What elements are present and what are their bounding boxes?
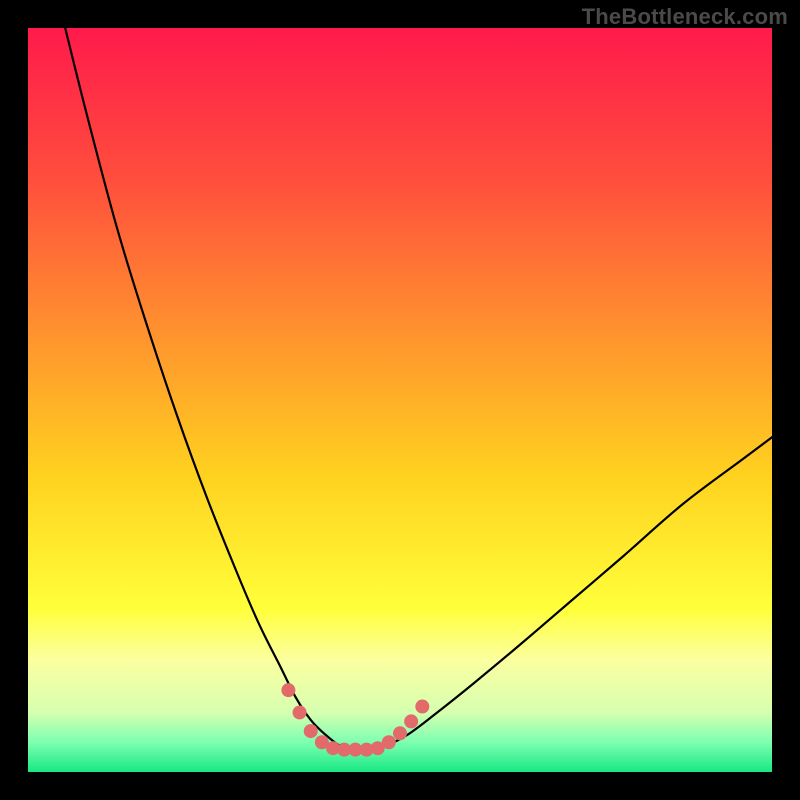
- gradient-background: [28, 28, 772, 772]
- marker-dot: [415, 700, 429, 714]
- marker-dot: [382, 735, 396, 749]
- chart-frame: TheBottleneck.com: [0, 0, 800, 800]
- plot-area: [28, 28, 772, 772]
- marker-dot: [404, 714, 418, 728]
- marker-dot: [293, 705, 307, 719]
- watermark-label: TheBottleneck.com: [582, 4, 788, 30]
- marker-dot: [281, 683, 295, 697]
- bottleneck-chart: [28, 28, 772, 772]
- marker-dot: [393, 726, 407, 740]
- marker-dot: [304, 724, 318, 738]
